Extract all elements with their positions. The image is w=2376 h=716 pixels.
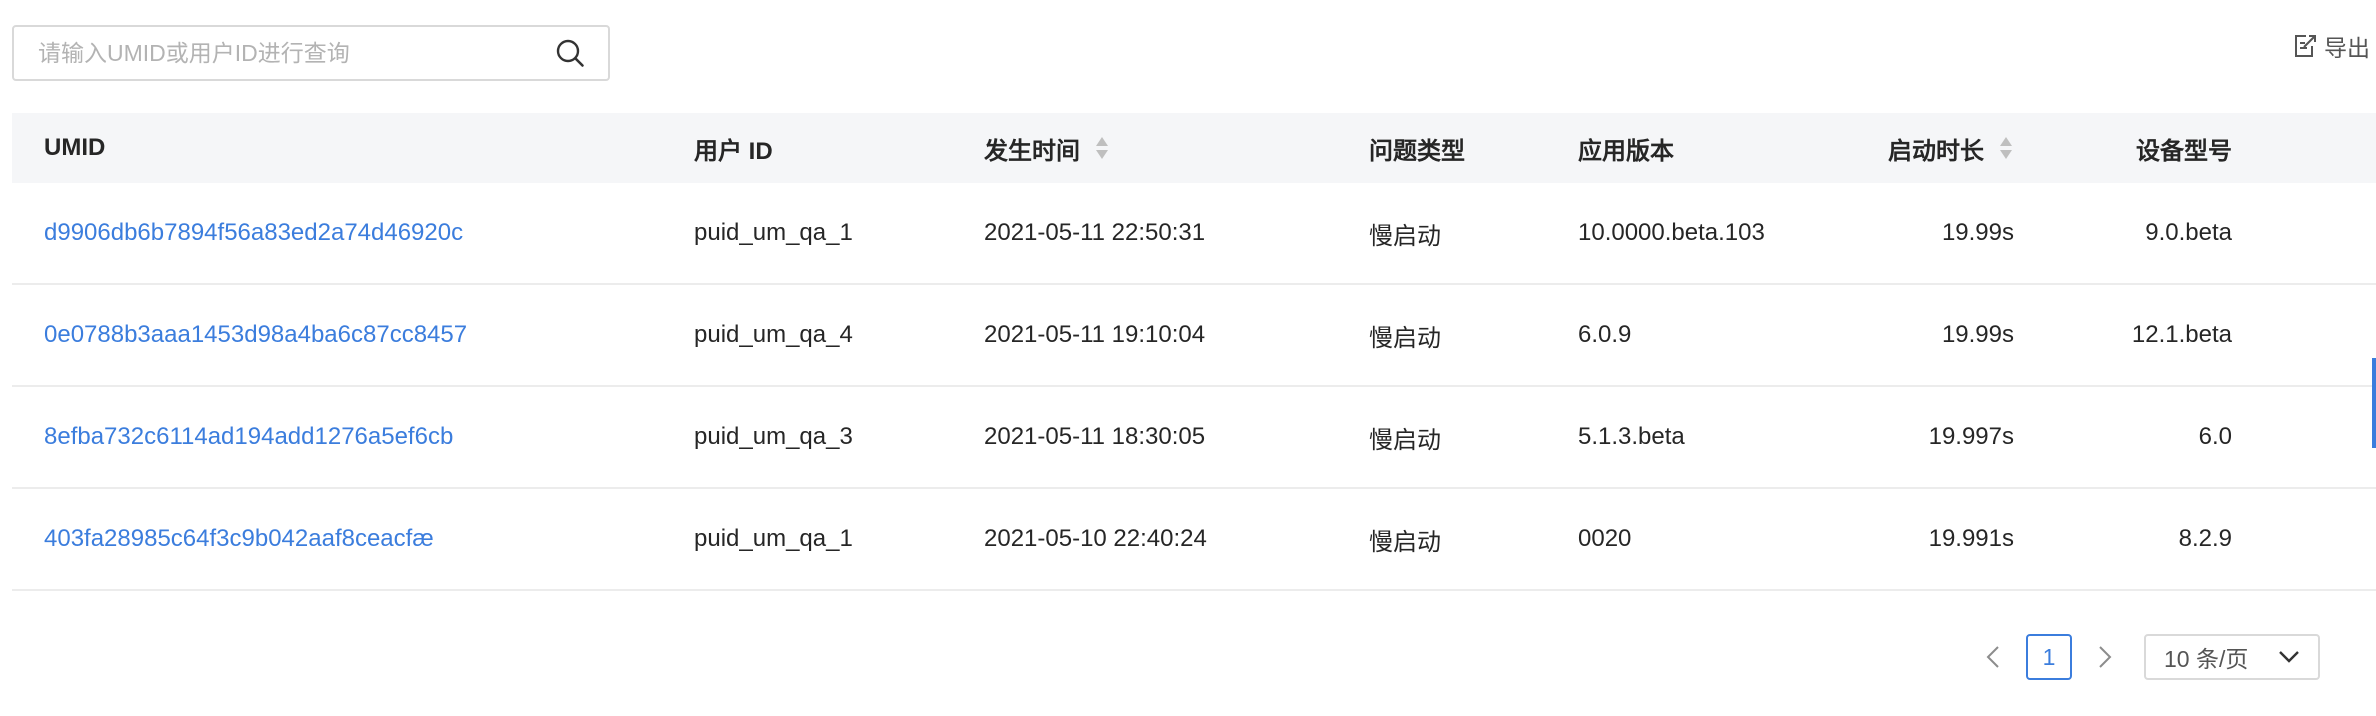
column-header-time[interactable]: 发生时间 (984, 131, 1369, 166)
page-number-button[interactable]: 1 (2026, 634, 2072, 680)
column-header-duration[interactable]: 启动时长 (1858, 131, 2014, 166)
column-header-user-id: 用户 ID (694, 137, 773, 165)
cell-time: 2021-05-11 22:50:31 (984, 219, 1206, 246)
cell-app-version: 6.0.9 (1578, 321, 1632, 348)
cell-issue-type: 慢启动 (1369, 528, 1441, 556)
cell-user-id: puid_um_qa_1 (694, 219, 853, 246)
cell-app-version: 10.0000.beta.103 (1578, 219, 1765, 246)
chevron-down-icon (2279, 651, 2299, 663)
cell-user-id: puid_um_qa_1 (694, 525, 853, 552)
search-box[interactable] (12, 25, 610, 81)
column-header-duration-label: 启动时长 (1888, 137, 1984, 165)
export-icon (2295, 35, 2316, 57)
cell-device-model: 9.0.beta (2145, 219, 2232, 246)
cell-user-id: puid_um_qa_3 (694, 423, 853, 450)
sort-icon[interactable] (1094, 133, 1110, 163)
column-header-issue-type: 问题类型 (1369, 137, 1465, 165)
table-row: d9906db6b7894f56a83ed2a74d46920c puid_um… (12, 183, 2376, 285)
cell-device-model: 6.0 (2198, 423, 2232, 450)
cell-duration: 19.991s (1928, 525, 2014, 552)
scrollbar[interactable] (2372, 358, 2376, 448)
cell-issue-type: 慢启动 (1369, 426, 1441, 454)
table-row: 403fa28985c64f3c9b042aaf8ceacfæ puid_um_… (12, 489, 2376, 591)
cell-time: 2021-05-11 19:10:04 (984, 321, 1206, 348)
prev-page-button[interactable] (1978, 642, 2008, 672)
pagination: 1 10 条/页 (1978, 634, 2320, 680)
cell-issue-type: 慢启动 (1369, 324, 1441, 352)
cell-duration: 19.997s (1928, 423, 2014, 450)
cell-user-id: puid_um_qa_4 (694, 321, 853, 348)
chevron-left-icon (1986, 646, 1999, 668)
sort-icon[interactable] (1998, 133, 2014, 163)
table-row: 8efba732c6114ad194add1276a5ef6cb puid_um… (12, 387, 2376, 489)
column-header-umid: UMID (44, 134, 106, 161)
search-input[interactable] (38, 27, 538, 79)
cell-device-model: 12.1.beta (2131, 321, 2232, 348)
umid-link[interactable]: 8efba732c6114ad194add1276a5ef6cb (44, 423, 453, 450)
umid-link[interactable]: 0e0788b3aaa1453d98a4ba6c87cc8457 (44, 321, 467, 348)
cell-duration: 19.99s (1941, 321, 2014, 348)
next-page-button[interactable] (2090, 642, 2120, 672)
table-header: UMID 用户 ID 发生时间 问题类型 应用版本 启动时长 设备型号 (12, 113, 2376, 183)
umid-link[interactable]: 403fa28985c64f3c9b042aaf8ceacfæ (44, 525, 434, 552)
cell-app-version: 0020 (1578, 525, 1632, 552)
table-row: 0e0788b3aaa1453d98a4ba6c87cc8457 puid_um… (12, 285, 2376, 387)
cell-time: 2021-05-11 18:30:05 (984, 423, 1206, 450)
data-table: UMID 用户 ID 发生时间 问题类型 应用版本 启动时长 设备型号 d990… (12, 113, 2376, 591)
chevron-right-icon (2099, 646, 2112, 668)
cell-time: 2021-05-10 22:40:24 (984, 525, 1207, 552)
cell-device-model: 8.2.9 (2178, 525, 2232, 552)
umid-link[interactable]: d9906db6b7894f56a83ed2a74d46920c (44, 219, 463, 246)
export-button[interactable]: 导出 (2292, 28, 2370, 64)
cell-app-version: 5.1.3.beta (1578, 423, 1685, 450)
column-header-app-version: 应用版本 (1578, 137, 1674, 165)
page-size-select[interactable]: 10 条/页 (2144, 634, 2320, 680)
cell-issue-type: 慢启动 (1369, 222, 1441, 250)
column-header-time-label: 发生时间 (984, 137, 1080, 165)
cell-duration: 19.99s (1941, 219, 2014, 246)
search-icon[interactable] (554, 37, 586, 69)
page-size-label: 10 条/页 (2164, 646, 2249, 672)
export-label: 导出 (2324, 35, 2370, 61)
column-header-device-model: 设备型号 (2136, 137, 2232, 165)
